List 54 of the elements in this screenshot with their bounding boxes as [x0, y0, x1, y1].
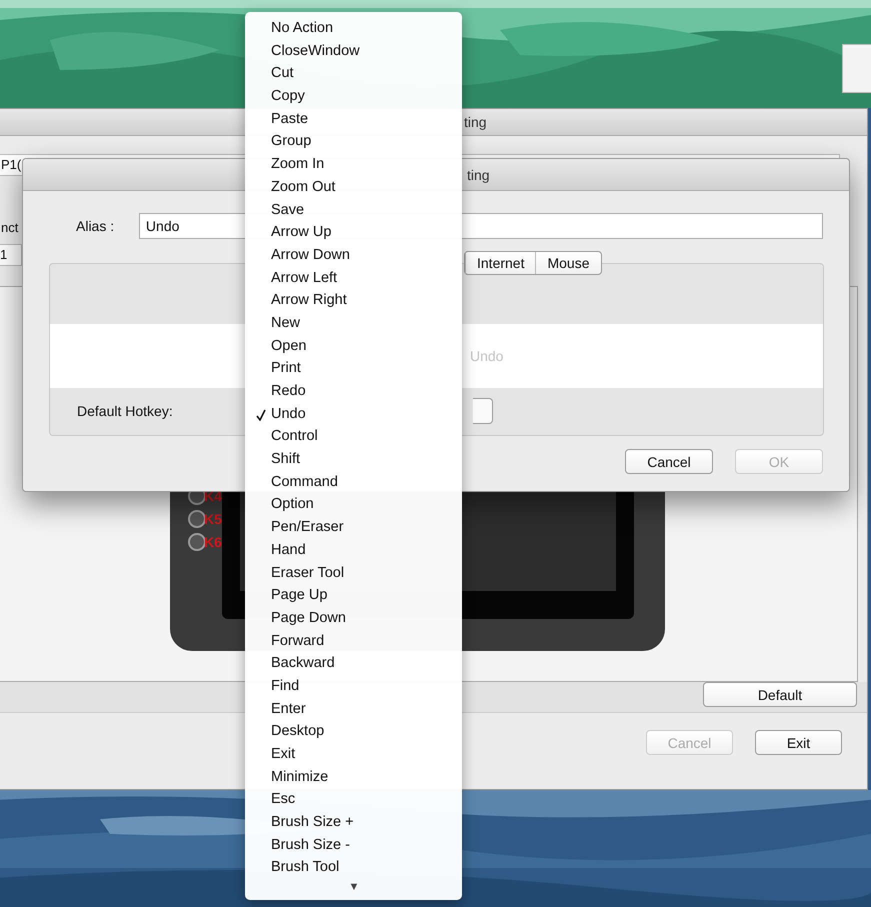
- menu-item[interactable]: CloseWindow: [245, 40, 462, 62]
- menu-item[interactable]: Zoom In: [245, 153, 462, 176]
- tablet-key-icon: [188, 510, 206, 528]
- key-label: K5: [204, 511, 222, 527]
- menu-item[interactable]: Find: [245, 674, 462, 698]
- menu-item[interactable]: Brush Tool: [245, 856, 462, 880]
- menu-item[interactable]: Undo: [245, 402, 462, 426]
- default-button[interactable]: Default: [703, 682, 857, 707]
- tablet-key-icon: [188, 533, 206, 551]
- exit-button[interactable]: Exit: [755, 730, 842, 755]
- menu-item[interactable]: Hand: [245, 538, 462, 562]
- menu-item[interactable]: Redo: [245, 380, 462, 403]
- tab[interactable]: Internet: [465, 252, 536, 274]
- menu-item[interactable]: Copy: [245, 85, 462, 108]
- dialog-title: ting: [467, 166, 490, 182]
- window-title: ting: [464, 114, 487, 130]
- menu-item[interactable]: Group: [245, 130, 462, 154]
- menu-item[interactable]: Print: [245, 357, 462, 380]
- tab[interactable]: Mouse: [535, 252, 601, 274]
- menu-item[interactable]: Desktop: [245, 720, 462, 743]
- menu-item[interactable]: Control: [245, 425, 462, 448]
- key-label: K6: [204, 534, 222, 550]
- menu-item[interactable]: Forward: [245, 630, 462, 652]
- menu-item[interactable]: Brush Size +: [245, 811, 462, 834]
- hotkey-dropdown[interactable]: [473, 398, 493, 424]
- menu-item[interactable]: No Action: [245, 17, 462, 40]
- menu-item[interactable]: Open: [245, 334, 462, 358]
- cancel-button[interactable]: Cancel: [625, 449, 713, 474]
- menu-item[interactable]: Shift: [245, 448, 462, 471]
- menu-item[interactable]: Page Down: [245, 606, 462, 630]
- menu-item[interactable]: Paste: [245, 108, 462, 130]
- menu-item[interactable]: Brush Size -: [245, 834, 462, 856]
- alias-label: Alias :: [75, 218, 116, 234]
- menu-item[interactable]: Exit: [245, 743, 462, 766]
- key-label: K4: [204, 488, 222, 504]
- menu-item[interactable]: Minimize: [245, 766, 462, 788]
- menu-item[interactable]: Zoom Out: [245, 176, 462, 198]
- menu-item[interactable]: Command: [245, 470, 462, 494]
- menu-item[interactable]: Arrow Left: [245, 266, 462, 290]
- menu-item[interactable]: New: [245, 312, 462, 335]
- preview-text: Undo: [470, 348, 504, 364]
- menu-item[interactable]: Page Up: [245, 584, 462, 607]
- window-thumbnail-icon[interactable]: [842, 44, 871, 93]
- table-cell: 1: [0, 244, 22, 266]
- menu-item[interactable]: Pen/Eraser: [245, 516, 462, 539]
- label-text: nct: [0, 220, 18, 235]
- scroll-down-arrow[interactable]: ▼: [339, 881, 369, 894]
- menu-item[interactable]: Arrow Down: [245, 244, 462, 267]
- menu-item[interactable]: Option: [245, 493, 462, 516]
- menu-item[interactable]: Backward: [245, 652, 462, 675]
- menu-item[interactable]: Arrow Right: [245, 289, 462, 312]
- menu-item[interactable]: Cut: [245, 62, 462, 86]
- menu-item[interactable]: Eraser Tool: [245, 562, 462, 584]
- menu-item[interactable]: Enter: [245, 698, 462, 720]
